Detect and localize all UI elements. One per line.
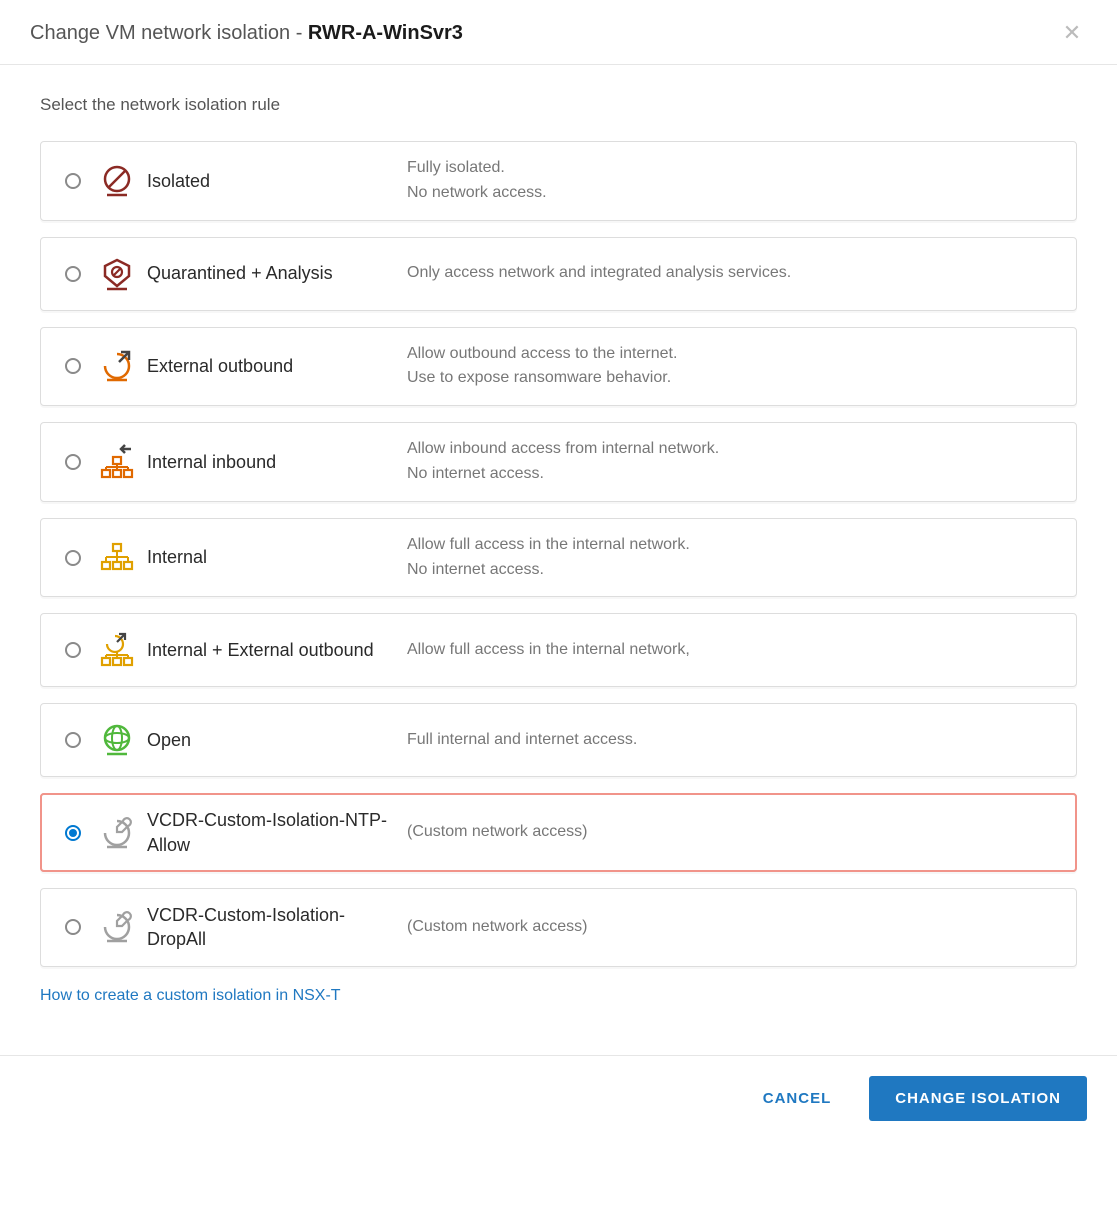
internal-icon: [87, 540, 147, 576]
options-list: Isolated Fully isolated.No network access…: [40, 141, 1077, 967]
option-description: Allow full access in the internal networ…: [407, 638, 1058, 663]
option-label: External outbound: [147, 354, 397, 378]
radio-col: [59, 454, 87, 470]
isolated-icon: [87, 163, 147, 199]
radio-col: [59, 825, 87, 841]
option-description: (Custom network access): [407, 820, 1058, 845]
option-label-col: Open: [147, 728, 407, 752]
custom-icon: [87, 815, 147, 851]
option-description: Allow inbound access from internal netwo…: [407, 437, 1058, 487]
radio-button[interactable]: [65, 266, 81, 282]
option-custom-ntp-allow[interactable]: VCDR-Custom-Isolation-NTP-Allow (Custom n…: [40, 793, 1077, 872]
option-custom-dropall[interactable]: VCDR-Custom-Isolation-DropAll (Custom net…: [40, 888, 1077, 967]
option-label: Quarantined + Analysis: [147, 261, 397, 285]
open-icon: [87, 722, 147, 758]
radio-button[interactable]: [65, 825, 81, 841]
option-internal[interactable]: Internal Allow full access in the interna…: [40, 518, 1077, 598]
option-label: Internal inbound: [147, 450, 397, 474]
change-isolation-button[interactable]: CHANGE ISOLATION: [869, 1076, 1087, 1121]
option-internal-external-outbound[interactable]: Internal + External outbound Allow full a…: [40, 613, 1077, 687]
radio-button[interactable]: [65, 919, 81, 935]
option-label-col: Internal + External outbound: [147, 638, 407, 662]
custom-icon: [87, 909, 147, 945]
radio-col: [59, 919, 87, 935]
vm-name: RWR-A-WinSvr3: [308, 22, 463, 44]
option-open[interactable]: Open Full internal and internet access.: [40, 703, 1077, 777]
dialog-title: Change VM network isolation - RWR-A-WinS…: [30, 22, 463, 45]
option-label-col: VCDR-Custom-Isolation-NTP-Allow: [147, 808, 407, 857]
option-description: (Custom network access): [407, 915, 1058, 940]
option-label-col: External outbound: [147, 354, 407, 378]
option-label: VCDR-Custom-Isolation-DropAll: [147, 903, 397, 952]
radio-button[interactable]: [65, 642, 81, 658]
option-label-col: Internal: [147, 545, 407, 569]
radio-col: [59, 266, 87, 282]
internal-external-outbound-icon: [87, 632, 147, 668]
radio-button[interactable]: [65, 732, 81, 748]
radio-button[interactable]: [65, 454, 81, 470]
option-label: Isolated: [147, 169, 397, 193]
option-isolated[interactable]: Isolated Fully isolated.No network access…: [40, 141, 1077, 221]
radio-col: [59, 358, 87, 374]
close-icon[interactable]: ✕: [1057, 18, 1087, 48]
option-description: Fully isolated.No network access.: [407, 156, 1058, 206]
radio-col: [59, 642, 87, 658]
option-label-col: Quarantined + Analysis: [147, 261, 407, 285]
option-internal-inbound[interactable]: Internal inbound Allow inbound access fro…: [40, 422, 1077, 502]
dialog-body: Select the network isolation rule Isolat…: [0, 65, 1117, 1015]
option-description: Allow outbound access to the internet.Us…: [407, 342, 1058, 392]
option-description: Allow full access in the internal networ…: [407, 533, 1058, 583]
option-label: Internal: [147, 545, 397, 569]
option-quarantined[interactable]: Quarantined + Analysis Only access networ…: [40, 237, 1077, 311]
radio-col: [59, 550, 87, 566]
internal-inbound-icon: [87, 444, 147, 480]
help-link[interactable]: How to create a custom isolation in NSX-…: [40, 987, 341, 1005]
radio-button[interactable]: [65, 173, 81, 189]
radio-col: [59, 732, 87, 748]
radio-button[interactable]: [65, 550, 81, 566]
cancel-button[interactable]: CANCEL: [755, 1076, 840, 1121]
quarantined-icon: [87, 256, 147, 292]
option-label: Open: [147, 728, 397, 752]
option-label: Internal + External outbound: [147, 638, 397, 662]
radio-button[interactable]: [65, 358, 81, 374]
option-description: Only access network and integrated analy…: [407, 261, 1058, 286]
option-label-col: Internal inbound: [147, 450, 407, 474]
option-label: VCDR-Custom-Isolation-NTP-Allow: [147, 808, 397, 857]
option-label-col: VCDR-Custom-Isolation-DropAll: [147, 903, 407, 952]
radio-col: [59, 173, 87, 189]
option-description: Full internal and internet access.: [407, 728, 1058, 753]
dialog-footer: CANCEL CHANGE ISOLATION: [0, 1055, 1117, 1141]
prompt-text: Select the network isolation rule: [40, 95, 1077, 115]
option-label-col: Isolated: [147, 169, 407, 193]
title-prefix: Change VM network isolation -: [30, 22, 308, 44]
option-external-outbound[interactable]: External outbound Allow outbound access t…: [40, 327, 1077, 407]
dialog-header: Change VM network isolation - RWR-A-WinS…: [0, 0, 1117, 65]
external-outbound-icon: [87, 348, 147, 384]
